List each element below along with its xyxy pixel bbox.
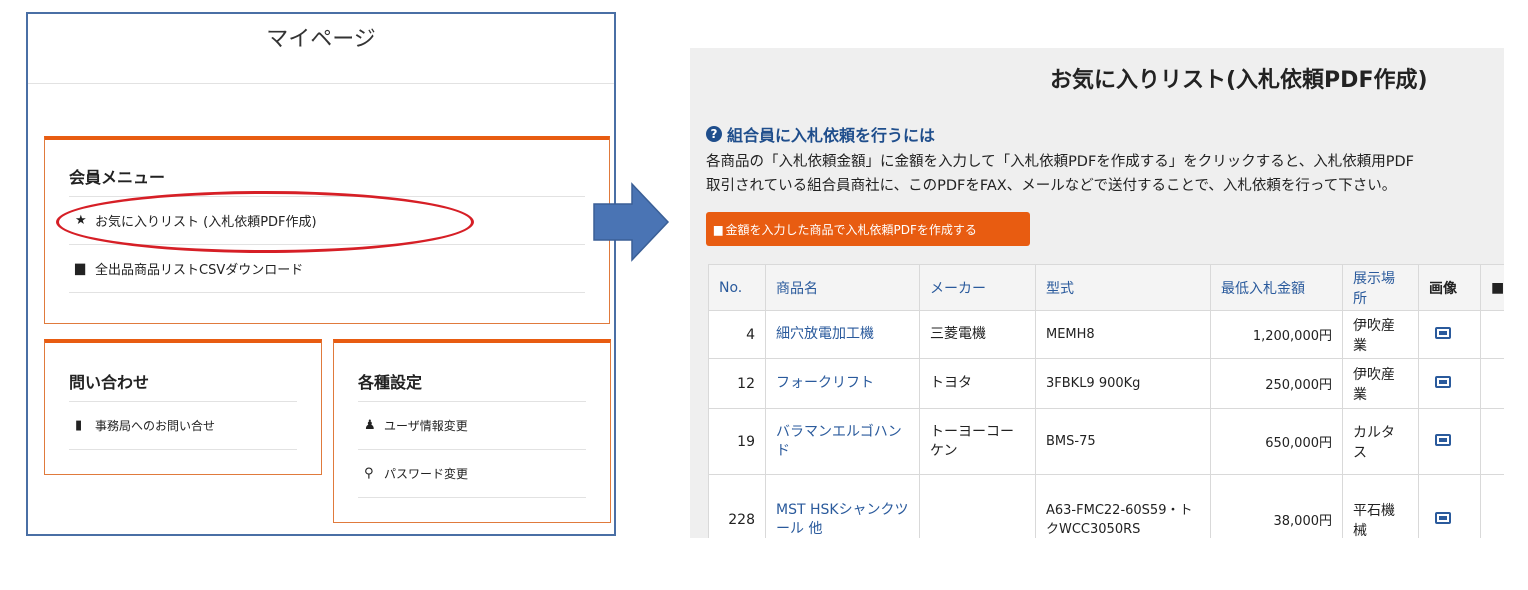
table-row: 12 フォークリフト トヨタ 3FBKL9 900Kg 250,000円 伊吹産… bbox=[708, 358, 1504, 409]
cell-no: 12 bbox=[708, 358, 766, 409]
cell-no: 4 bbox=[708, 310, 766, 359]
header-maker[interactable]: メーカー bbox=[919, 264, 1036, 311]
cell-no: 228 bbox=[708, 474, 766, 538]
file-icon: ▆ bbox=[714, 222, 723, 236]
create-pdf-label: 金額を入力した商品で入札依頼PDFを作成する bbox=[725, 222, 977, 237]
file-icon: ▆ bbox=[75, 261, 85, 276]
cell-model: A63-FMC22-60S59・トクWCC3050RS bbox=[1035, 474, 1211, 538]
cell-extra bbox=[1480, 358, 1504, 409]
image-icon[interactable] bbox=[1435, 326, 1451, 339]
cell-maker: 三菱電機 bbox=[919, 310, 1036, 359]
contact-heading: 問い合わせ bbox=[69, 343, 297, 402]
cell-min-bid: 250,000円 bbox=[1210, 358, 1343, 409]
mypage-panel: マイページ 会員メニュー ★ お気に入りリスト (入札依頼PDF作成) ▆ 全出… bbox=[26, 12, 616, 536]
right-arrow-icon bbox=[593, 182, 670, 262]
header-product-name[interactable]: 商品名 bbox=[765, 264, 920, 311]
cell-model: BMS-75 bbox=[1035, 408, 1211, 475]
table-row: 228 MST HSKシャンクツール 他 A63-FMC22-60S59・トクW… bbox=[708, 474, 1504, 538]
header-no[interactable]: No. bbox=[708, 264, 766, 311]
header-image: 画像 bbox=[1418, 264, 1481, 311]
cell-model: 3FBKL9 900Kg bbox=[1035, 358, 1211, 409]
product-name-link[interactable]: MST HSKシャンクツール 他 bbox=[765, 474, 920, 538]
header-min-bid[interactable]: 最低入札金額 bbox=[1210, 264, 1343, 311]
csv-download-link[interactable]: ▆ 全出品商品リストCSVダウンロード bbox=[69, 245, 585, 293]
help-text-line-1: 各商品の「入札依頼金額」に金額を入力して「入札依頼PDFを作成する」をクリックす… bbox=[706, 154, 1414, 170]
cell-location: 平石機械 bbox=[1342, 474, 1419, 538]
cell-maker: トヨタ bbox=[919, 358, 1036, 409]
product-name-link[interactable]: フォークリフト bbox=[765, 358, 920, 409]
cell-location: カルタス bbox=[1342, 408, 1419, 475]
cell-extra bbox=[1480, 408, 1504, 475]
product-name-link[interactable]: 細穴放電加工機 bbox=[765, 310, 920, 359]
cell-extra bbox=[1480, 310, 1504, 359]
cell-image bbox=[1418, 310, 1481, 359]
table-row: 4 細穴放電加工機 三菱電機 MEMH8 1,200,000円 伊吹産業 bbox=[708, 310, 1504, 359]
table-row: 19 バラマンエルゴハンド トーヨーコーケン BMS-75 650,000円 カ… bbox=[708, 408, 1504, 475]
header-location[interactable]: 展示場所 bbox=[1342, 264, 1419, 311]
csv-download-label: 全出品商品リストCSVダウンロード bbox=[95, 263, 304, 278]
contact-card: 問い合わせ ▮ 事務局へのお問い合せ bbox=[44, 339, 322, 475]
settings-heading: 各種設定 bbox=[358, 343, 586, 402]
cell-model: MEMH8 bbox=[1035, 310, 1211, 359]
cell-no: 19 bbox=[708, 408, 766, 475]
user-info-change-label: ユーザ情報変更 bbox=[384, 419, 468, 433]
page-title: マイページ bbox=[28, 14, 614, 84]
highlight-ellipse bbox=[56, 191, 474, 253]
cell-location: 伊吹産業 bbox=[1342, 358, 1419, 409]
question-icon: ? bbox=[706, 126, 722, 142]
address-book-icon: ▮ bbox=[75, 418, 83, 433]
cell-image bbox=[1418, 474, 1481, 538]
header-cut-off: ■ bbox=[1480, 264, 1504, 311]
favorites-title: お気に入りリスト(入札依頼PDF作成) bbox=[1050, 68, 1428, 93]
cell-image bbox=[1418, 358, 1481, 409]
cell-extra bbox=[1480, 474, 1504, 538]
help-heading-text: 組合員に入札依頼を行うには bbox=[727, 126, 936, 145]
member-menu-heading: 会員メニュー bbox=[69, 140, 585, 197]
password-change-link[interactable]: ⚲ パスワード変更 bbox=[358, 450, 586, 498]
image-icon[interactable] bbox=[1435, 511, 1451, 524]
image-icon[interactable] bbox=[1435, 375, 1451, 388]
key-icon: ⚲ bbox=[364, 466, 374, 481]
image-icon[interactable] bbox=[1435, 433, 1451, 446]
cell-maker bbox=[919, 474, 1036, 538]
help-text-line-2: 取引されている組合員商社に、このPDFをFAX、メールなどで送付することで、入札… bbox=[706, 178, 1397, 194]
header-model[interactable]: 型式 bbox=[1035, 264, 1211, 311]
favorites-table: No. 商品名 メーカー 型式 最低入札金額 展示場所 画像 ■ 4 細穴放電加… bbox=[708, 264, 1504, 538]
table-header-row: No. 商品名 メーカー 型式 最低入札金額 展示場所 画像 ■ bbox=[708, 264, 1504, 311]
office-inquiry-label: 事務局へのお問い合せ bbox=[95, 419, 216, 433]
help-heading: ? 組合員に入札依頼を行うには bbox=[706, 122, 935, 146]
cell-min-bid: 38,000円 bbox=[1210, 474, 1343, 538]
office-inquiry-link[interactable]: ▮ 事務局へのお問い合せ bbox=[69, 402, 297, 450]
cell-image bbox=[1418, 408, 1481, 475]
cell-location: 伊吹産業 bbox=[1342, 310, 1419, 359]
favorites-panel: お気に入りリスト(入札依頼PDF作成) ? 組合員に入札依頼を行うには 各商品の… bbox=[690, 48, 1504, 538]
cell-min-bid: 1,200,000円 bbox=[1210, 310, 1343, 359]
product-name-link[interactable]: バラマンエルゴハンド bbox=[765, 408, 920, 475]
user-info-change-link[interactable]: ♟ ユーザ情報変更 bbox=[358, 402, 586, 450]
settings-card: 各種設定 ♟ ユーザ情報変更 ⚲ パスワード変更 bbox=[333, 339, 611, 523]
password-change-label: パスワード変更 bbox=[384, 467, 469, 481]
cell-min-bid: 650,000円 bbox=[1210, 408, 1343, 475]
user-edit-icon: ♟ bbox=[364, 418, 376, 433]
create-pdf-button[interactable]: ▆ 金額を入力した商品で入札依頼PDFを作成する bbox=[706, 212, 1030, 246]
cell-maker: トーヨーコーケン bbox=[919, 408, 1036, 475]
